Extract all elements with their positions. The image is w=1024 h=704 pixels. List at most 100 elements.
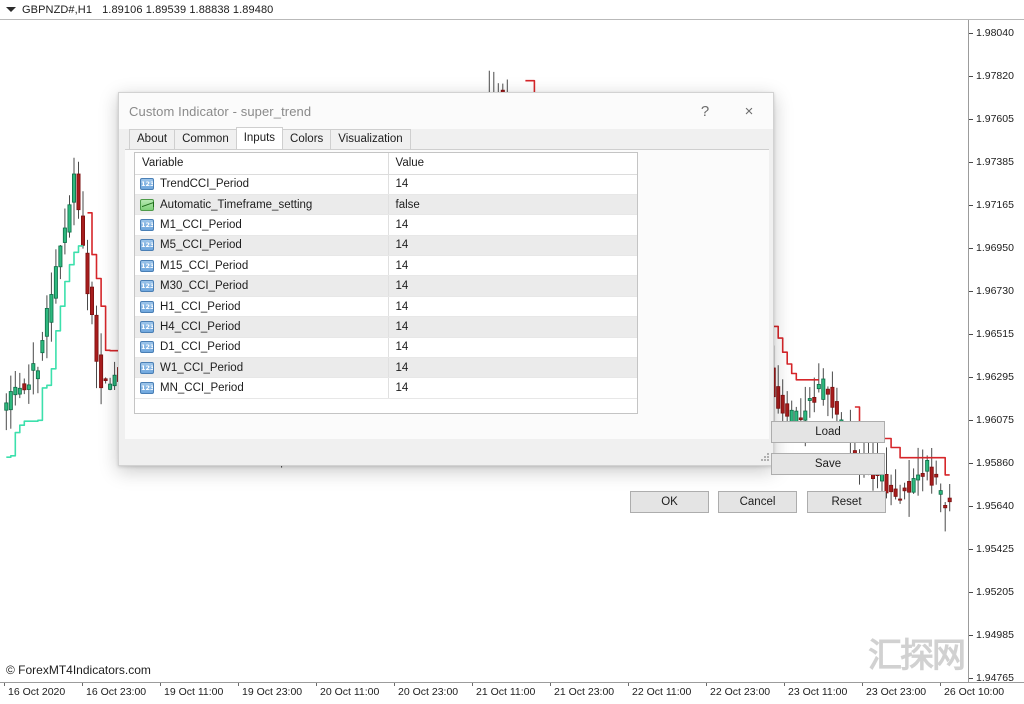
table-row[interactable]: 123D1_CCI_Period14: [135, 337, 637, 357]
tick-mark-icon: [969, 377, 973, 378]
time-tick-label: 20 Oct 23:00: [398, 686, 458, 698]
variable-cell[interactable]: 123 TrendCCI_Period: [135, 174, 388, 194]
number-icon: 123: [140, 321, 154, 333]
value-cell[interactable]: 14: [388, 317, 637, 337]
chevron-down-icon[interactable]: [6, 7, 16, 12]
variable-cell[interactable]: Automatic_Timeframe_setting: [135, 194, 388, 214]
price-tick-label: 1.97605: [969, 113, 1014, 125]
number-icon: 123: [140, 341, 154, 353]
variable-label: M30_CCI_Period: [160, 280, 248, 292]
variable-cell[interactable]: 123H1_CCI_Period: [135, 296, 388, 316]
variable-label: MN_CCI_Period: [160, 382, 244, 394]
tick-mark-icon: [969, 420, 973, 421]
mt4-chart-window: GBPNZD#,H1 1.89106 1.89539 1.88838 1.894…: [0, 0, 1024, 704]
tick-mark-icon: [969, 205, 973, 206]
tick-mark-icon: [969, 291, 973, 292]
table-header-row: Variable Value: [135, 153, 637, 174]
value-cell[interactable]: 14: [388, 215, 637, 235]
time-tick-mark: [862, 683, 863, 686]
value-cell[interactable]: 14: [388, 276, 637, 296]
tab-colors[interactable]: Colors: [282, 129, 331, 149]
site-watermark: 汇探网: [868, 628, 964, 677]
price-tick-label: 1.96295: [969, 371, 1014, 383]
chart-symbol-label: GBPNZD#,H1: [22, 4, 92, 16]
price-tick-label: 1.96950: [969, 242, 1014, 254]
variable-cell[interactable]: 123D1_CCI_Period: [135, 337, 388, 357]
time-tick-label: 16 Oct 23:00: [86, 686, 146, 698]
price-tick-label: 1.95425: [969, 543, 1014, 555]
close-icon[interactable]: ×: [727, 94, 771, 128]
tick-mark-icon: [969, 506, 973, 507]
ok-button[interactable]: OK: [630, 491, 709, 513]
variable-label: M1_CCI_Period: [160, 219, 242, 231]
value-cell[interactable]: 14: [388, 378, 637, 398]
load-button[interactable]: Load: [771, 421, 885, 443]
value-cell[interactable]: 14: [388, 174, 637, 194]
time-tick-label: 22 Oct 23:00: [710, 686, 770, 698]
tab-inputs[interactable]: Inputs: [236, 127, 283, 149]
table-row[interactable]: 123H4_CCI_Period14: [135, 317, 637, 337]
inputs-panel: Variable Value 123TrendCCI_Period14Autom…: [125, 149, 769, 439]
table-row[interactable]: 123 TrendCCI_Period 14: [135, 174, 637, 194]
variable-cell[interactable]: 123M5_CCI_Period: [135, 235, 388, 255]
table-row[interactable]: 123M30_CCI_Period14: [135, 276, 637, 296]
value-cell[interactable]: 14: [388, 235, 637, 255]
table-row[interactable]: 123 MN_CCI_Period 14: [135, 378, 637, 398]
inputs-grid[interactable]: Variable Value 123TrendCCI_Period14Autom…: [134, 152, 638, 414]
variable-label: TrendCCI_Period: [160, 178, 249, 190]
save-button[interactable]: Save: [771, 453, 885, 475]
inputs-table-body: 123TrendCCI_Period14Automatic_Timeframe_…: [135, 174, 637, 398]
tab-visualization[interactable]: Visualization: [330, 129, 410, 149]
variable-cell[interactable]: 123M30_CCI_Period: [135, 276, 388, 296]
dialog-titlebar[interactable]: Custom Indicator - super_trend ? ×: [119, 93, 773, 129]
tick-mark-icon: [969, 678, 973, 679]
value-cell[interactable]: false: [388, 194, 637, 214]
price-tick-label: 1.97385: [969, 156, 1014, 168]
price-tick-label: 1.97820: [969, 70, 1014, 82]
variable-cell[interactable]: 123H4_CCI_Period: [135, 317, 388, 337]
price-axis[interactable]: 1.980401.978201.976051.973851.971651.969…: [968, 20, 1024, 682]
time-tick-label: 21 Oct 23:00: [554, 686, 614, 698]
column-header-variable[interactable]: Variable: [135, 153, 388, 174]
variable-cell[interactable]: 123W1_CCI_Period: [135, 358, 388, 378]
time-tick-mark: [82, 683, 83, 686]
time-axis[interactable]: 16 Oct 202016 Oct 23:0019 Oct 11:0019 Oc…: [0, 682, 1024, 704]
reset-button[interactable]: Reset: [807, 491, 886, 513]
table-row[interactable]: 123H1_CCI_Period14: [135, 296, 637, 316]
time-tick-label: 20 Oct 11:00: [320, 686, 379, 698]
variable-cell[interactable]: 123M15_CCI_Period: [135, 256, 388, 276]
variable-label: Automatic_Timeframe_setting: [160, 199, 312, 211]
chart-symbol-header: GBPNZD#,H1 1.89106 1.89539 1.88838 1.894…: [0, 0, 1024, 20]
help-icon[interactable]: ?: [683, 94, 727, 128]
table-row[interactable]: Automatic_Timeframe_setting false: [135, 194, 637, 214]
table-row[interactable]: 123M15_CCI_Period14: [135, 256, 637, 276]
number-icon: 123: [140, 178, 154, 190]
tick-mark-icon: [969, 119, 973, 120]
value-cell[interactable]: 14: [388, 358, 637, 378]
time-tick-label: 16 Oct 2020: [8, 686, 65, 698]
column-header-value[interactable]: Value: [388, 153, 637, 174]
tick-mark-icon: [969, 76, 973, 77]
value-cell[interactable]: 14: [388, 256, 637, 276]
table-row[interactable]: 123W1_CCI_Period14: [135, 358, 637, 378]
cancel-button[interactable]: Cancel: [718, 491, 797, 513]
value-cell[interactable]: 14: [388, 296, 637, 316]
time-tick-label: 23 Oct 11:00: [788, 686, 847, 698]
number-icon: 123: [140, 362, 154, 374]
value-cell[interactable]: 14: [388, 337, 637, 357]
variable-cell[interactable]: 123M1_CCI_Period: [135, 215, 388, 235]
table-row[interactable]: 123M1_CCI_Period14: [135, 215, 637, 235]
price-tick-label: 1.98040: [969, 27, 1014, 39]
price-tick-label: 1.96730: [969, 285, 1014, 297]
chart-ohlc-values: 1.89106 1.89539 1.88838 1.89480: [102, 4, 273, 16]
number-icon: 123: [140, 239, 154, 251]
time-tick-label: 23 Oct 23:00: [866, 686, 926, 698]
tick-mark-icon: [969, 549, 973, 550]
resize-grip[interactable]: [761, 453, 771, 463]
variable-cell[interactable]: 123 MN_CCI_Period: [135, 378, 388, 398]
table-row[interactable]: 123M5_CCI_Period14: [135, 235, 637, 255]
tab-about[interactable]: About: [129, 129, 175, 149]
tab-common[interactable]: Common: [174, 129, 237, 149]
price-tick-label: 1.94985: [969, 629, 1014, 641]
number-icon: 123: [140, 382, 154, 394]
